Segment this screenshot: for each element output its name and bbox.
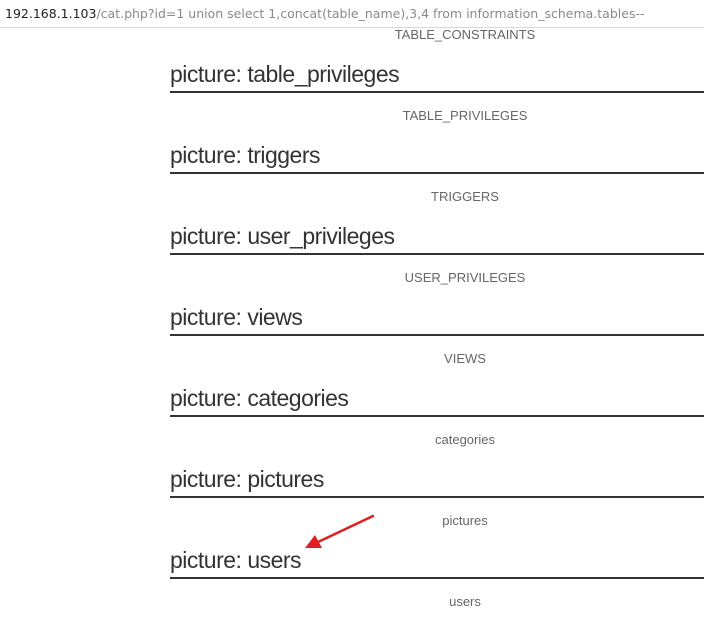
entry-caption-pictures: pictures bbox=[442, 513, 488, 528]
entry-caption-views: VIEWS bbox=[444, 351, 486, 366]
entry-caption-users: users bbox=[449, 594, 481, 609]
entry-caption-table-privileges: TABLE_PRIVILEGES bbox=[402, 108, 528, 123]
page-content: TABLE_CONSTRAINTS picture: table_privile… bbox=[0, 0, 704, 629]
entry-caption-triggers: TRIGGERS bbox=[431, 189, 499, 204]
entry-title-users[interactable]: picture: users bbox=[170, 547, 704, 579]
url-path: /cat.php?id=1 union select 1,concat(tabl… bbox=[96, 6, 645, 21]
entry-caption-categories: categories bbox=[435, 432, 495, 447]
entry-title-table-privileges[interactable]: picture: table_privileges bbox=[170, 61, 704, 93]
url-text[interactable]: 192.168.1.103/cat.php?id=1 union select … bbox=[5, 6, 644, 22]
url-host: 192.168.1.103 bbox=[5, 6, 97, 21]
entry-title-categories[interactable]: picture: categories bbox=[170, 385, 704, 417]
entry-title-pictures[interactable]: picture: pictures bbox=[170, 466, 704, 498]
entry-caption-user-privileges: USER_PRIVILEGES bbox=[404, 270, 526, 285]
entry-caption-table-constraints: TABLE_CONSTRAINTS bbox=[394, 27, 536, 42]
address-bar[interactable]: 192.168.1.103/cat.php?id=1 union select … bbox=[0, 0, 704, 28]
entry-title-views[interactable]: picture: views bbox=[170, 304, 704, 336]
entry-title-user-privileges[interactable]: picture: user_privileges bbox=[170, 223, 704, 255]
entry-title-triggers[interactable]: picture: triggers bbox=[170, 142, 704, 174]
